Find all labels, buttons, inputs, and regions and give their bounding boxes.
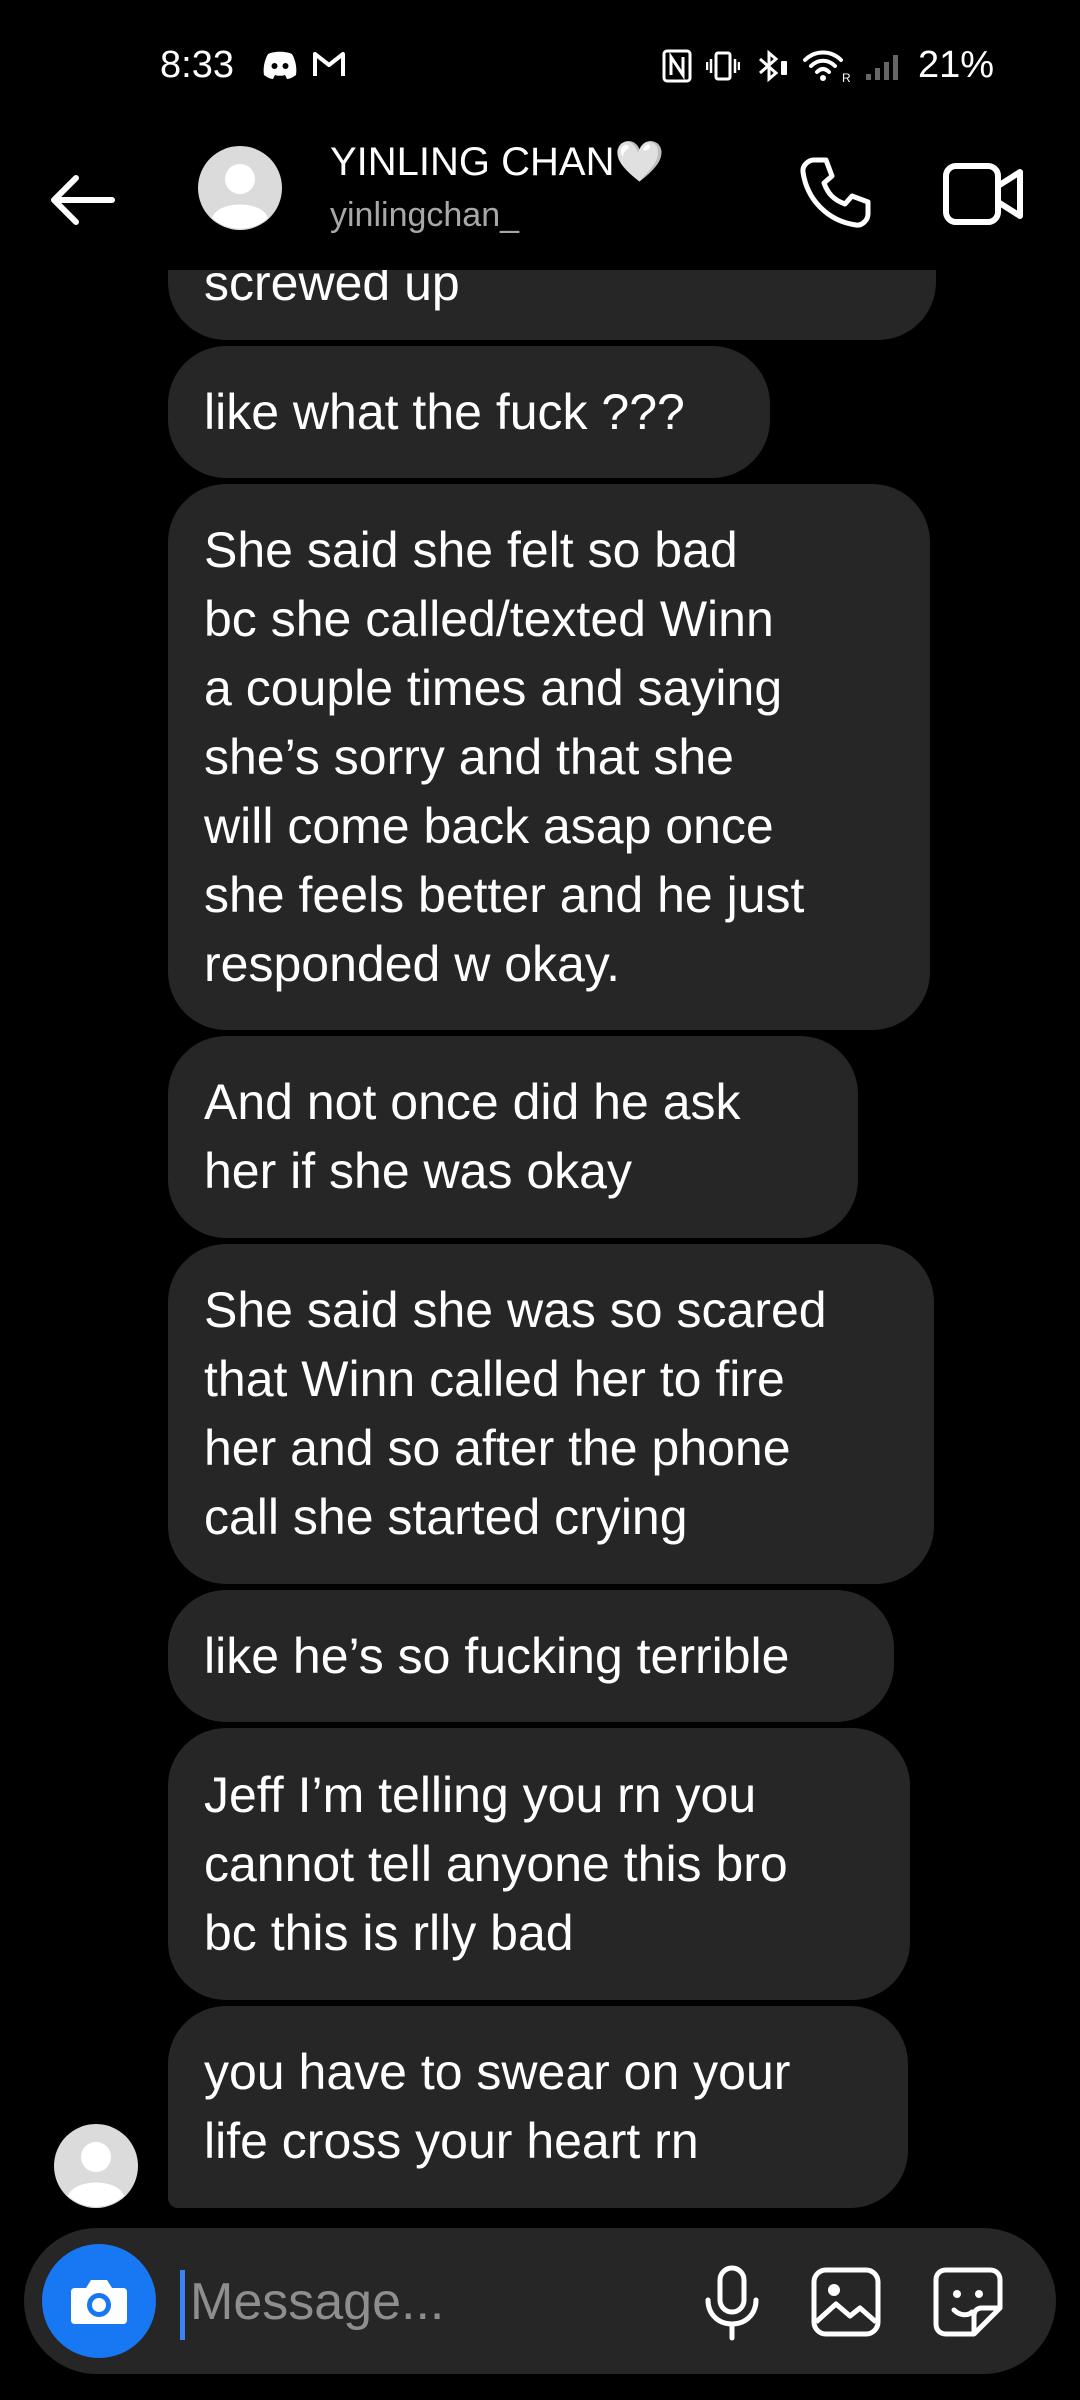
system-icons: R 21% — [662, 44, 994, 87]
message-bubble[interactable]: like what the fuck ??? — [168, 346, 770, 478]
notification-icons — [262, 50, 346, 80]
message-bubble[interactable]: you have to swear on your life cross you… — [168, 2006, 908, 2208]
message-bubble[interactable]: She said she felt so bad bc she called/t… — [168, 484, 930, 1030]
svg-text:R: R — [842, 71, 850, 84]
message-text: Jeff I’m telling you rn you cannot tell … — [204, 1766, 788, 1961]
camera-icon — [71, 2280, 127, 2324]
video-call-button[interactable] — [942, 156, 1026, 232]
signal-icon — [865, 54, 898, 80]
message-bubble[interactable]: She said she was so scared that Winn cal… — [168, 1244, 934, 1584]
gmail-icon — [313, 52, 345, 76]
contact-name[interactable]: YINLING CHAN🤍 — [330, 138, 664, 185]
audio-call-button[interactable] — [796, 152, 876, 232]
video-camera-icon — [943, 163, 1023, 225]
voice-message-button[interactable] — [696, 2262, 768, 2342]
message-text: you have to swear on your life cross you… — [204, 2044, 791, 2169]
sticker-button[interactable] — [930, 2264, 1006, 2340]
message-input[interactable] — [180, 2266, 710, 2338]
sender-avatar[interactable] — [54, 2124, 138, 2208]
nfc-icon — [662, 49, 692, 82]
message-composer — [24, 2228, 1056, 2374]
message-bubble[interactable]: like he’s so fucking terrible — [168, 1590, 894, 1722]
message-text: like what the fuck ??? — [204, 383, 685, 440]
bluetooth-icon — [758, 49, 787, 82]
message-bubble[interactable]: Jeff I’m telling you rn you cannot tell … — [168, 1728, 910, 2000]
message-thread[interactable]: screwed up like what the fuck ??? She sa… — [0, 0, 1080, 2220]
message-bubble[interactable]: And not once did he ask her if she was o… — [168, 1036, 858, 1238]
contact-username[interactable]: yinlingchan_ — [330, 196, 519, 235]
status-bar: 8:33 R 21% — [0, 0, 1080, 140]
discord-icon — [263, 51, 297, 79]
image-icon — [811, 2267, 881, 2337]
back-arrow-icon — [51, 175, 115, 225]
vibrate-icon — [705, 51, 740, 80]
message-text: like he’s so fucking terrible — [204, 1627, 790, 1684]
wifi-icon: R — [802, 50, 850, 84]
sticker-icon — [933, 2267, 1003, 2337]
conversation-header: YINLING CHAN🤍 yinlingchan_ — [0, 130, 1080, 270]
battery-percentage: 21% — [917, 44, 994, 86]
message-text: She said she felt so bad bc she called/t… — [204, 521, 805, 992]
microphone-icon — [705, 2265, 759, 2341]
status-time: 8:33 — [160, 44, 234, 86]
gallery-button[interactable] — [808, 2264, 884, 2340]
contact-avatar[interactable] — [198, 146, 282, 230]
camera-button[interactable] — [42, 2244, 156, 2358]
back-button[interactable] — [44, 160, 124, 240]
message-text: And not once did he ask her if she was o… — [204, 1074, 741, 1199]
phone-icon — [800, 157, 871, 228]
message-text: She said she was so scared that Winn cal… — [204, 1282, 827, 1545]
